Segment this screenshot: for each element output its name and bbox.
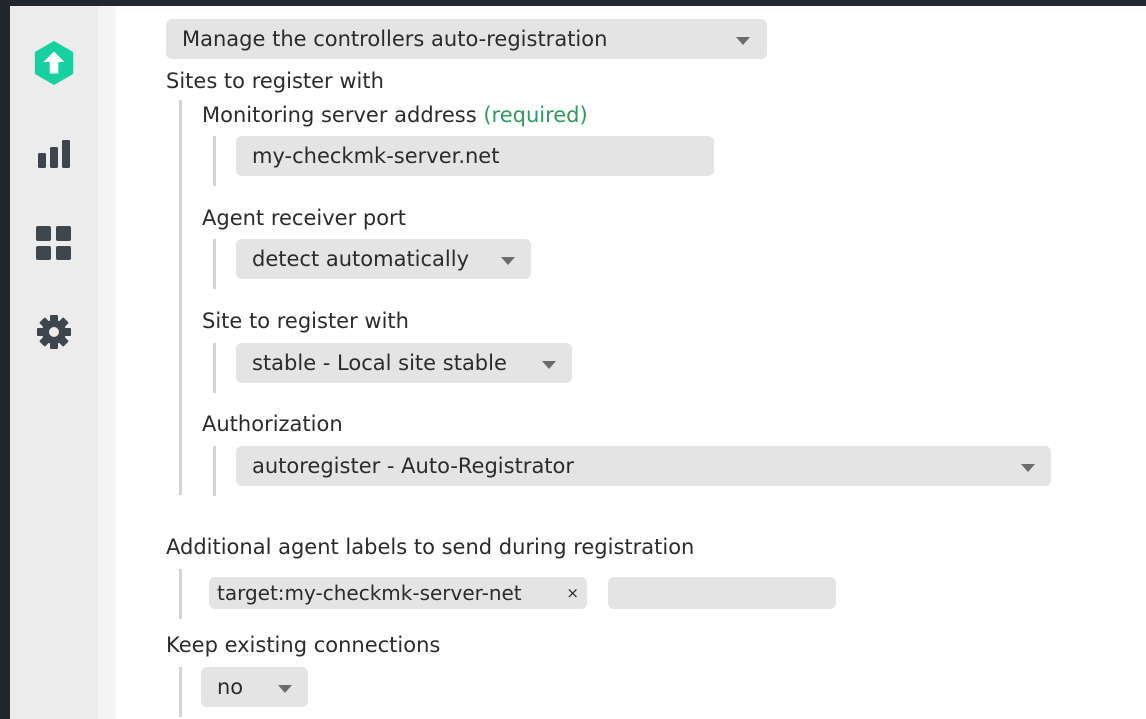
new-label-input[interactable] xyxy=(608,577,836,609)
agent-labels-label: Additional agent labels to send during r… xyxy=(166,535,695,559)
authorization-label: Authorization xyxy=(202,412,343,436)
form-area: Manage the controllers auto-registration… xyxy=(116,6,1146,719)
server-address-label: Monitoring server address (required) xyxy=(202,101,588,129)
receiver-port-value: detect automatically xyxy=(252,247,470,271)
gutter xyxy=(98,6,116,719)
bar-chart-icon[interactable] xyxy=(32,132,76,176)
required-marker: (required) xyxy=(483,103,588,127)
chevron-down-icon xyxy=(501,257,515,265)
window-frame-left xyxy=(0,0,10,719)
label-tag: target:my-checkmk-server-net × xyxy=(209,577,587,609)
agent-labels-rule xyxy=(179,569,182,619)
registration-mode-select[interactable]: Manage the controllers auto-registration xyxy=(166,19,767,59)
receiver-port-rule xyxy=(213,239,216,289)
registration-mode-value: Manage the controllers auto-registration xyxy=(182,27,608,51)
chevron-down-icon xyxy=(736,37,750,45)
gear-icon[interactable] xyxy=(32,310,76,354)
server-address-label-text: Monitoring server address xyxy=(202,103,477,127)
authorization-value: autoregister - Auto-Registrator xyxy=(252,454,575,478)
chevron-down-icon xyxy=(542,361,556,369)
server-address-rule xyxy=(213,136,216,186)
chevron-down-icon xyxy=(278,685,292,693)
label-tag-text: target:my-checkmk-server-net xyxy=(217,581,522,605)
remove-tag-icon[interactable]: × xyxy=(566,577,579,609)
authorization-rule xyxy=(213,446,216,496)
site-rule xyxy=(213,343,216,393)
keep-connections-select[interactable]: no xyxy=(201,667,308,707)
sites-heading: Sites to register with xyxy=(166,69,384,93)
site-select[interactable]: stable - Local site stable xyxy=(236,343,572,383)
checkmk-logo-icon[interactable] xyxy=(32,41,76,85)
site-value: stable - Local site stable xyxy=(252,351,507,375)
chevron-down-icon xyxy=(1021,464,1035,472)
authorization-select[interactable]: autoregister - Auto-Registrator xyxy=(236,446,1051,486)
keep-connections-rule xyxy=(179,667,182,717)
receiver-port-label: Agent receiver port xyxy=(202,206,406,230)
server-address-value: my-checkmk-server.net xyxy=(252,144,500,168)
site-label: Site to register with xyxy=(202,309,409,333)
receiver-port-select[interactable]: detect automatically xyxy=(236,239,531,279)
keep-connections-label: Keep existing connections xyxy=(166,633,441,657)
keep-connections-value: no xyxy=(217,675,244,699)
dashboard-grid-icon[interactable] xyxy=(32,221,76,265)
sites-group-rule xyxy=(179,100,182,495)
sidebar xyxy=(10,6,98,719)
server-address-input[interactable]: my-checkmk-server.net xyxy=(236,136,714,176)
